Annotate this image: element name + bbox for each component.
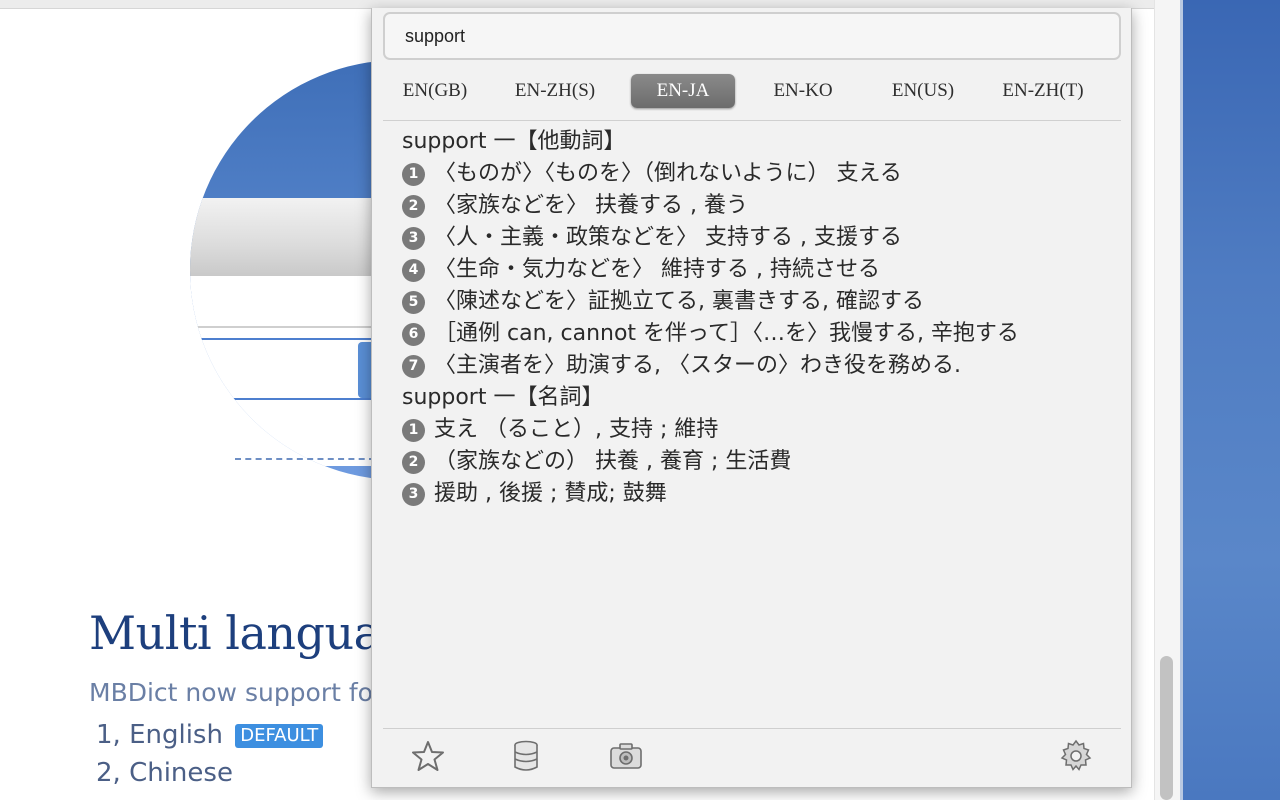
search-input[interactable] [383,12,1121,60]
tab-en-ja[interactable]: EN-JA [631,74,735,108]
sense-text: 〈家族などを〉 扶養する , 養う [434,193,748,218]
language-list: 1, English DEFAULT 2, Chinese [96,716,324,792]
list-item: 3 〈人・主義・政策などを〉 支持する , 支援する [402,222,1092,254]
sense-text: 〈主演者を〉助演する, 〈スターの〉わき役を務める. [434,353,961,378]
dictionary-popup: EN(GB) EN-ZH(S) EN-JA EN-KO EN(US) EN-ZH… [371,8,1132,788]
sense-number: 7 [402,355,425,378]
list-item: 4 〈生命・気力などを〉 維持する , 持続させる [402,254,1092,286]
list-item: 1 〈ものが〉〈ものを〉（倒れないように） 支える [402,158,1092,190]
verb-heading: support 一【他動詞】 [402,129,626,154]
sense-number: 1 [402,163,425,186]
list-item: 2 〈家族などを〉 扶養する , 養う [402,190,1092,222]
sense-number: 3 [402,483,425,506]
definition-pane: support 一【他動詞】 1 〈ものが〉〈ものを〉（倒れないように） 支える… [402,126,1092,510]
sense-text: 〈ものが〉〈ものを〉（倒れないように） 支える [434,161,902,186]
sense-text: （家族などの） 扶養 , 養育 ; 生活費 [434,449,792,474]
gear-icon[interactable] [1058,738,1094,774]
sense-text: ［通例 can, cannot を伴って］〈…を〉我慢する, 辛抱する [434,321,1019,346]
list-item: 2 （家族などの） 扶養 , 養育 ; 生活費 [402,446,1092,478]
sense-text: 支え （ること）, 支持 ; 維持 [434,417,719,442]
list-item: 7 〈主演者を〉助演する, 〈スターの〉わき役を務める. [402,350,1092,382]
sense-text: 〈陳述などを〉証拠立てる, 裏書きする, 確認する [434,289,924,314]
sense-number: 3 [402,227,425,250]
section-heading: Multi languag [89,606,410,660]
tab-en-ko[interactable]: EN-KO [751,74,855,108]
noun-heading: support 一【名詞】 [402,385,604,410]
default-badge: DEFAULT [235,723,324,748]
page-scrollbar-thumb[interactable] [1160,656,1173,800]
camera-icon[interactable] [608,738,644,774]
sense-text: 〈生命・気力などを〉 維持する , 持続させる [434,257,880,282]
tab-en-zh-s[interactable]: EN-ZH(S) [503,74,607,108]
section-intro: MBDict now support fo [89,678,373,707]
list-item: 2, Chinese [96,754,323,792]
popup-footer-toolbar [372,730,1131,786]
sense-number: 5 [402,291,425,314]
sense-text: 援助 , 後援 ; 賛成; 鼓舞 [434,481,667,506]
list-item: 1, English DEFAULT [96,716,324,754]
dictionary-tabs: EN(GB) EN-ZH(S) EN-JA EN-KO EN(US) EN-ZH… [383,70,1121,114]
tab-divider [383,120,1121,121]
desktop-background [1180,0,1280,800]
sense-number: 4 [402,259,425,282]
star-icon[interactable] [410,738,446,774]
tab-en-zh-t[interactable]: EN-ZH(T) [991,74,1095,108]
dashed-divider [235,458,375,460]
sense-number: 2 [402,195,425,218]
tab-en-us[interactable]: EN(US) [871,74,975,108]
sense-number: 1 [402,419,425,442]
list-item: 1 支え （ること）, 支持 ; 維持 [402,414,1092,446]
language-label: 1, English [96,720,223,750]
language-label: 2, Chinese [96,758,233,788]
sense-text: 〈人・主義・政策などを〉 支持する , 支援する [434,225,902,250]
tab-en-gb[interactable]: EN(GB) [383,74,487,108]
sense-number: 6 [402,323,425,346]
database-icon[interactable] [508,738,544,774]
list-item: 5 〈陳述などを〉証拠立てる, 裏書きする, 確認する [402,286,1092,318]
list-item: 3 援助 , 後援 ; 賛成; 鼓舞 [402,478,1092,510]
sense-number: 2 [402,451,425,474]
footer-divider [383,728,1121,729]
list-item: 6 ［通例 can, cannot を伴って］〈…を〉我慢する, 辛抱する [402,318,1092,350]
